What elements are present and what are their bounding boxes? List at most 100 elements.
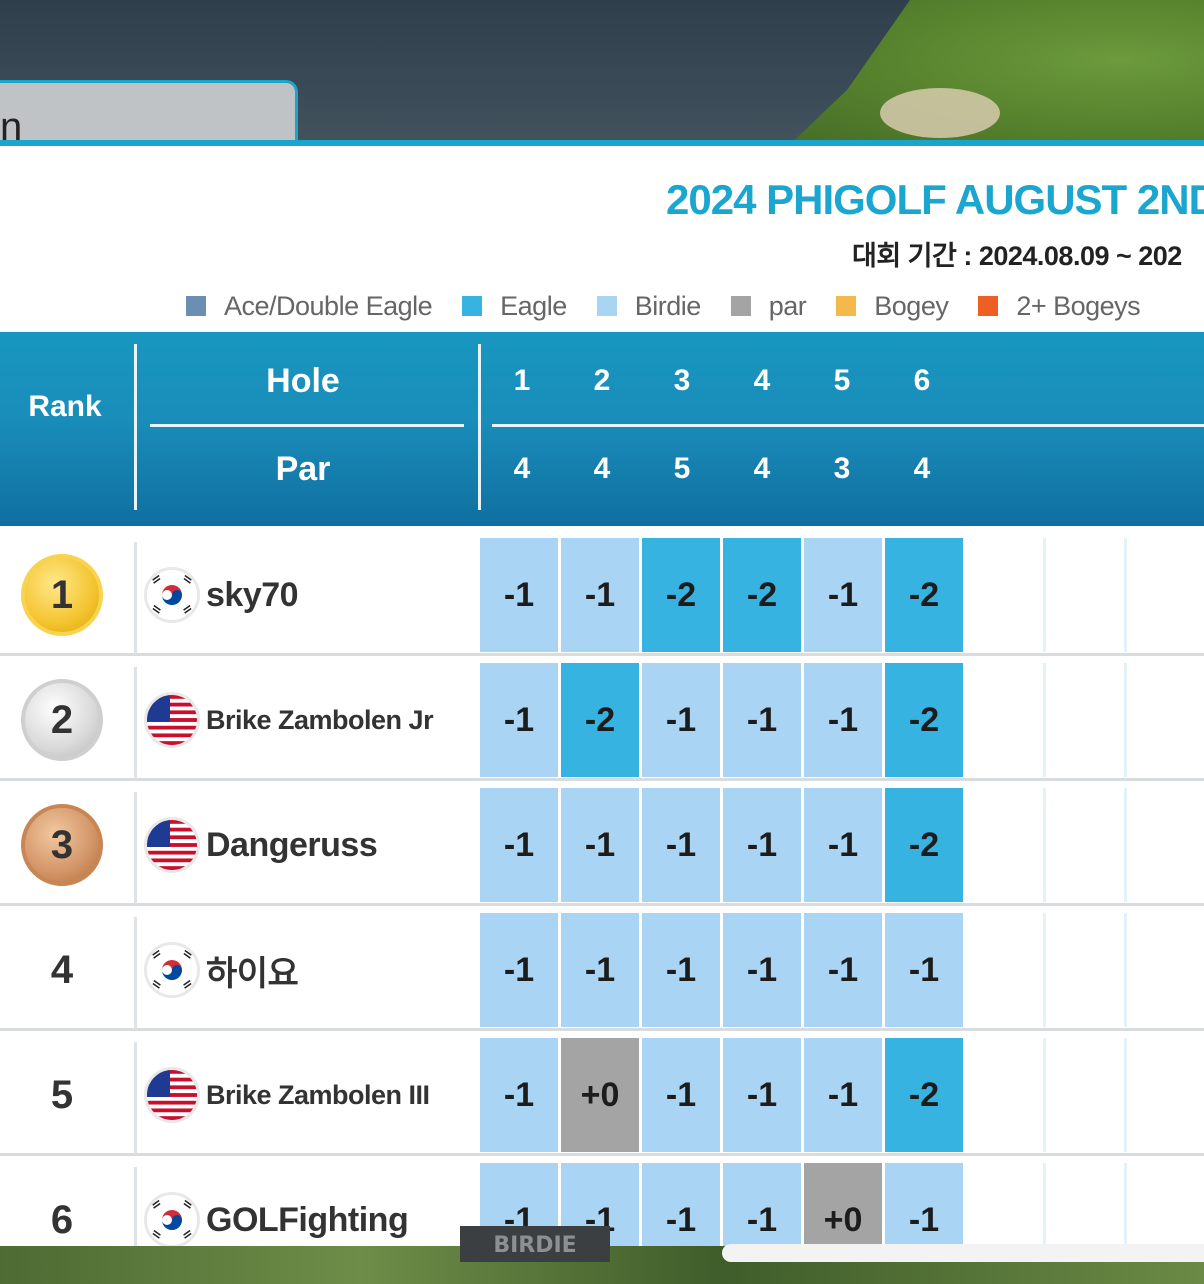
score-cell: -1 <box>480 1038 558 1152</box>
empty-column-divider <box>1043 1038 1046 1152</box>
par-number: 3 <box>833 452 851 485</box>
tab-label: n <box>0 105 23 144</box>
empty-column-divider <box>1124 538 1127 652</box>
score-cell: -1 <box>480 663 558 777</box>
rank-cell: 4 <box>0 909 124 1031</box>
player-name: Brike Zambolen Jr <box>206 704 434 735</box>
leaderboard-row[interactable]: 4 하이요 -1 -1 -1 -1 -1 -1 <box>0 909 1204 1031</box>
score-cell: -1 <box>723 663 801 777</box>
score-cell: -2 <box>723 538 801 652</box>
score-cell: -1 <box>642 913 720 1027</box>
par-header: Par <box>275 450 331 488</box>
legend-item: Birdie <box>596 290 702 322</box>
player-name: sky70 <box>206 575 299 614</box>
empty-column-divider <box>1043 1163 1046 1246</box>
player-cell[interactable]: 하이요 <box>144 909 474 1031</box>
player-name: Dangeruss <box>206 825 378 864</box>
silver-medal-icon: 2 <box>21 679 103 761</box>
row-divider <box>134 917 137 1029</box>
score-cell: -2 <box>885 538 963 652</box>
row-divider <box>134 1042 137 1154</box>
leaderboard-row[interactable]: 2 Brike Zambolen Jr -1 -2 -1 -1 -1 -2 <box>0 659 1204 781</box>
hole-number: 2 <box>593 364 611 397</box>
score-cell: -1 <box>804 913 882 1027</box>
hole-number: 1 <box>513 364 531 397</box>
player-cell[interactable]: Brike Zambolen Jr <box>144 659 474 781</box>
score-cell: -1 <box>723 913 801 1027</box>
legend-swatch <box>186 296 206 316</box>
par-number: 5 <box>673 452 691 485</box>
leaderboard-row[interactable]: 1 sky70 -1 -1 -2 -2 -1 -2 <box>0 534 1204 656</box>
score-cell: -2 <box>885 788 963 902</box>
gold-medal-icon: 1 <box>21 554 103 636</box>
score-cell: -1 <box>885 1163 963 1246</box>
rank-header: Rank <box>28 390 102 423</box>
empty-column-divider <box>1124 788 1127 902</box>
player-cell[interactable]: Dangeruss <box>144 784 474 906</box>
empty-column-divider <box>1043 663 1046 777</box>
rank-cell: 2 <box>0 659 124 781</box>
korea-flag-icon <box>144 942 200 998</box>
rank-cell: 5 <box>0 1034 124 1156</box>
score-cell: -1 <box>804 788 882 902</box>
par-number: 4 <box>593 452 611 485</box>
player-cell[interactable]: sky70 <box>144 534 474 656</box>
empty-column-divider <box>1124 913 1127 1027</box>
usa-flag-icon <box>144 817 200 873</box>
player-cell[interactable]: GOLFighting <box>144 1159 474 1246</box>
legend-swatch <box>730 296 751 316</box>
empty-column-divider <box>1043 913 1046 1027</box>
score-cell: -1 <box>723 788 801 902</box>
score-cell: -1 <box>723 1163 801 1246</box>
score-cell: -1 <box>804 1038 882 1152</box>
empty-column-divider <box>1043 788 1046 902</box>
score-cell: -1 <box>642 788 720 902</box>
header-hole-par-divider <box>492 424 1204 427</box>
hole-header: Hole <box>266 362 340 400</box>
score-cell: -1 <box>480 788 558 902</box>
score-cell: +0 <box>804 1163 882 1246</box>
score-cell: -1 <box>885 913 963 1027</box>
hole-number: 4 <box>753 364 771 397</box>
row-divider <box>134 667 137 779</box>
score-cell: -1 <box>804 663 882 777</box>
player-name: Brike Zambolen III <box>206 1079 430 1110</box>
empty-column-divider <box>1124 1163 1127 1246</box>
hole-number: 3 <box>673 364 691 397</box>
score-cell: -1 <box>723 1038 801 1152</box>
usa-flag-icon <box>144 692 200 748</box>
leaderboard-row[interactable]: 5 Brike Zambolen III -1 +0 -1 -1 -1 -2 <box>0 1034 1204 1156</box>
score-cell: +0 <box>561 1038 639 1152</box>
scorecard-header: Rank Hole Par 1 4 2 4 3 5 4 4 5 3 6 4 <box>0 332 1204 526</box>
score-cell: -1 <box>642 1038 720 1152</box>
score-cell: -1 <box>480 913 558 1027</box>
legend-item: 2+ Bogeys <box>978 290 1141 322</box>
par-number: 4 <box>513 452 531 485</box>
score-cell: -2 <box>885 1038 963 1152</box>
leaderboard-tab[interactable]: n <box>0 80 298 144</box>
score-legend: Ace/Double Eagle Eagle Birdie par Bogey 2+ Bo… <box>186 286 1170 326</box>
player-cell[interactable]: Brike Zambolen III <box>144 1034 474 1156</box>
legend-item: Bogey <box>836 291 949 322</box>
empty-column-divider <box>1124 1038 1127 1152</box>
bottom-scroll-bar[interactable] <box>722 1244 1204 1262</box>
background-bunker <box>880 88 1000 138</box>
rank-number: 6 <box>50 1197 74 1242</box>
leaderboard-panel: 2024 PHIGOLF AUGUST 2ND 대회 기간 : 2024.08.… <box>0 140 1204 1246</box>
legend-label: Birdie <box>634 290 702 321</box>
header-divider <box>478 344 481 510</box>
tournament-title: 2024 PHIGOLF AUGUST 2ND <box>666 176 1204 223</box>
legend-item: par <box>730 291 807 322</box>
korea-flag-icon <box>144 1192 200 1246</box>
legend-label: 2+ Bogeys <box>1016 290 1141 321</box>
usa-flag-icon <box>144 1067 200 1123</box>
rank-cell: 1 <box>0 534 124 656</box>
legend-label: Eagle <box>500 290 567 321</box>
rank-cell: 6 <box>0 1159 124 1246</box>
par-number: 4 <box>753 452 771 485</box>
rank-number: 4 <box>50 947 74 992</box>
leaderboard-row[interactable]: 3 Dangeruss -1 -1 -1 -1 -1 -2 <box>0 784 1204 906</box>
header-divider <box>134 344 137 510</box>
score-cell: -2 <box>561 663 639 777</box>
legend-label: Ace/Double Eagle <box>224 290 433 321</box>
